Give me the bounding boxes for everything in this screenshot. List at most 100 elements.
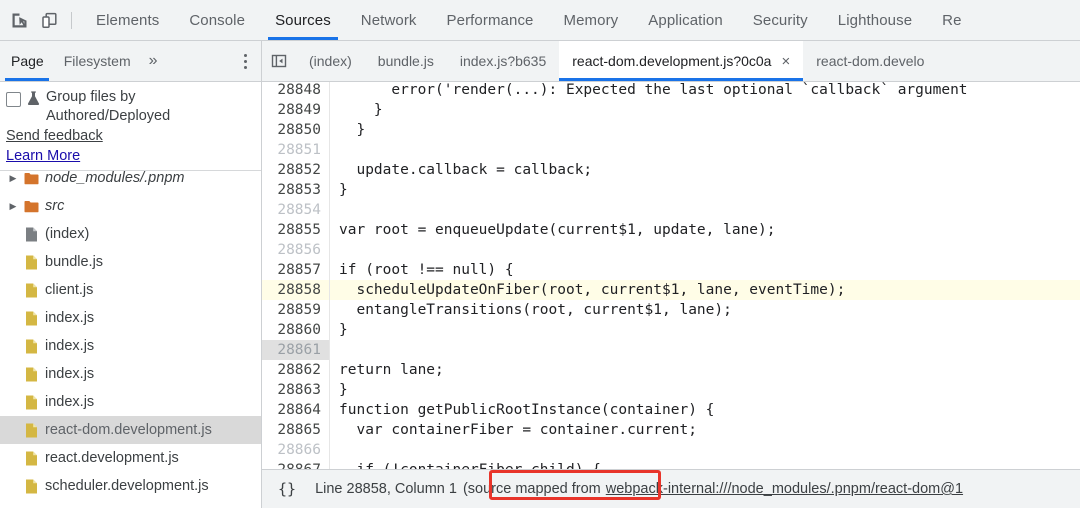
line-content: if (root !== null) {	[339, 262, 514, 278]
tree-row[interactable]: (index)	[0, 220, 261, 248]
editor-tab-react-dom-development-2[interactable]: react-dom.develo	[803, 41, 937, 81]
editor-tab-label: index.js?b635	[459, 53, 547, 69]
line-number: 28864	[262, 400, 330, 420]
code-line[interactable]: 28862 return lane;	[262, 360, 1080, 380]
tree-row[interactable]: index.js	[0, 360, 261, 388]
close-icon[interactable]: ×	[781, 54, 790, 69]
line-number: 28848	[262, 82, 330, 100]
tab-performance[interactable]: Performance	[432, 0, 549, 40]
line-content: }	[339, 382, 348, 398]
editor-tab-react-dom-development-js[interactable]: react-dom.development.js?0c0a ×	[559, 41, 804, 81]
source-map-url-link[interactable]: webpack-internal:///node_modules/.pnpm/r…	[606, 481, 963, 497]
tab-label: Elements	[96, 11, 160, 29]
navigator-tab-label: Page	[11, 53, 44, 69]
navigator-tab-label: Filesystem	[63, 53, 131, 69]
device-toolbar-icon[interactable]	[34, 6, 64, 34]
tab-network[interactable]: Network	[346, 0, 432, 40]
tree-row[interactable]: ▶ src	[0, 192, 261, 220]
code-line[interactable]: 28855 var root = enqueueUpdate(current$1…	[262, 220, 1080, 240]
tab-security[interactable]: Security	[738, 0, 823, 40]
editor-tab-bundle-js[interactable]: bundle.js	[365, 41, 447, 81]
secondary-toolbar: Page Filesystem » (index) bundle.js inde…	[0, 41, 1080, 82]
code-line[interactable]: 28860 }	[262, 320, 1080, 340]
learn-more-link[interactable]: Learn More	[6, 146, 80, 166]
editor-tab-label: react-dom.development.js?0c0a	[572, 53, 772, 69]
code-viewport[interactable]: 28848 error('render(...): Expected the l…	[262, 82, 1080, 469]
line-number: 28867	[262, 460, 330, 469]
tab-label: Memory	[563, 11, 619, 29]
tab-label: Network	[360, 11, 417, 29]
devtools-body: Group files by Authored/Deployed Send fe…	[0, 82, 1080, 508]
chevron-right-icon[interactable]: ▶	[6, 173, 20, 184]
code-line[interactable]: 28867 if (!containerFiber.child) {	[262, 460, 1080, 469]
line-content: return lane;	[339, 362, 444, 378]
code-line[interactable]: 28853 }	[262, 180, 1080, 200]
tree-row[interactable]: index.js	[0, 332, 261, 360]
code-line[interactable]: 28852 update.callback = callback;	[262, 160, 1080, 180]
navigator-tab-page[interactable]: Page	[0, 41, 54, 81]
send-feedback-link[interactable]: Send feedback	[6, 126, 103, 146]
tree-row[interactable]: ▶ node_modules/.pnpm	[0, 171, 261, 192]
tab-elements[interactable]: Elements	[81, 0, 174, 40]
tab-lighthouse[interactable]: Lighthouse	[823, 0, 927, 40]
devtools-panel-tabs: Elements Console Sources Network Perform…	[81, 0, 1080, 40]
line-content: var root = enqueueUpdate(current$1, upda…	[339, 222, 776, 238]
tree-row-label: react.development.js	[45, 450, 179, 466]
code-line[interactable]: 28861	[262, 340, 1080, 360]
tree-row-label: index.js	[45, 394, 95, 410]
line-content: update.callback = callback;	[339, 162, 593, 178]
editor-status-bar: {} Line 28858, Column 1 (source mapped f…	[262, 469, 1080, 508]
javascript-file-icon	[20, 255, 42, 270]
chevron-right-icon[interactable]: ▶	[6, 201, 20, 212]
line-content: entangleTransitions(root, current$1, lan…	[339, 302, 732, 318]
code-line-highlighted[interactable]: 28858 scheduleUpdateOnFiber(root, curren…	[262, 280, 1080, 300]
code-line[interactable]: 28851	[262, 140, 1080, 160]
tab-memory[interactable]: Memory	[549, 0, 634, 40]
tab-label: Lighthouse	[837, 11, 913, 29]
tree-row[interactable]: index.js	[0, 304, 261, 332]
tree-row[interactable]: bundle.js	[0, 248, 261, 276]
tab-label: Console	[189, 11, 246, 29]
editor-tab-index-js[interactable]: index.js?b635	[447, 41, 559, 81]
tab-recorder[interactable]: Re	[927, 0, 976, 40]
code-line[interactable]: 28865 var containerFiber = container.cur…	[262, 420, 1080, 440]
pretty-print-button[interactable]: {}	[273, 478, 301, 500]
group-files-checkbox[interactable]	[6, 92, 21, 107]
line-number: 28860	[262, 320, 330, 340]
javascript-file-icon	[20, 367, 42, 382]
more-options-icon[interactable]	[239, 50, 252, 73]
code-line[interactable]: 28859 entangleTransitions(root, current$…	[262, 300, 1080, 320]
editor-tabs: (index) bundle.js index.js?b635 react-do…	[262, 41, 1080, 81]
show-navigator-icon[interactable]	[262, 41, 296, 81]
code-line[interactable]: 28866	[262, 440, 1080, 460]
javascript-file-icon	[20, 395, 42, 410]
code-line[interactable]: 28856	[262, 240, 1080, 260]
code-line[interactable]: 28854	[262, 200, 1080, 220]
experiment-checkbox-row[interactable]: Group files by Authored/Deployed	[6, 88, 257, 126]
editor-tab-label: (index)	[309, 53, 352, 69]
tab-label: Re	[942, 11, 962, 29]
code-line[interactable]: 28849 }	[262, 100, 1080, 120]
line-content: }	[339, 102, 383, 118]
tree-row[interactable]: scheduler.development.js	[0, 472, 261, 500]
line-number: 28855	[262, 220, 330, 240]
tab-console[interactable]: Console	[174, 0, 260, 40]
file-tree: ▶ node_modules/.pnpm ▶ src (index) bundl…	[0, 171, 261, 508]
code-line[interactable]: 28857 if (root !== null) {	[262, 260, 1080, 280]
tree-row-label: index.js	[45, 338, 95, 354]
line-number: 28866	[262, 440, 330, 460]
tree-row[interactable]: client.js	[0, 276, 261, 304]
inspect-element-icon[interactable]	[4, 6, 34, 34]
more-tabs-icon[interactable]: »	[141, 53, 166, 69]
code-line[interactable]: 28864 function getPublicRootInstance(con…	[262, 400, 1080, 420]
tree-row[interactable]: react-dom.development.js	[0, 416, 261, 444]
navigator-tab-filesystem[interactable]: Filesystem	[54, 41, 141, 81]
tree-row[interactable]: index.js	[0, 388, 261, 416]
code-line[interactable]: 28850 }	[262, 120, 1080, 140]
editor-tab-index[interactable]: (index)	[296, 41, 365, 81]
tab-application[interactable]: Application	[633, 0, 737, 40]
tree-row[interactable]: react.development.js	[0, 444, 261, 472]
code-line[interactable]: 28863 }	[262, 380, 1080, 400]
tab-sources[interactable]: Sources	[260, 0, 346, 40]
code-line[interactable]: 28848 error('render(...): Expected the l…	[262, 82, 1080, 100]
